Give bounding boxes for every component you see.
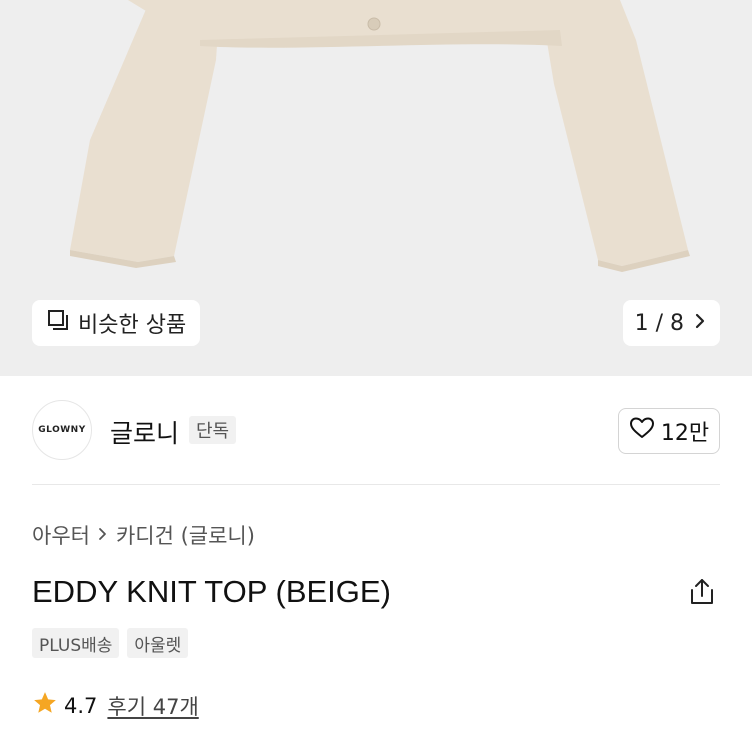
product-image-gallery[interactable]: 비슷한 상품 1 / 8: [0, 0, 752, 376]
similar-products-button[interactable]: 비슷한 상품: [32, 300, 201, 346]
breadcrumb: 아우터 카디건 (글로니): [32, 520, 255, 550]
similar-products-icon: [46, 308, 70, 338]
chevron-right-icon: [98, 523, 108, 547]
divider: [32, 484, 720, 485]
tag-plus-delivery: PLUS배송: [32, 628, 120, 658]
share-icon: [686, 579, 718, 612]
like-button[interactable]: 12만: [618, 408, 720, 454]
breadcrumb-item-cardigan[interactable]: 카디건 (글로니): [116, 520, 255, 550]
brand-name[interactable]: 글로니: [110, 414, 179, 450]
chevron-right-icon: [694, 311, 706, 336]
rating-row: 4.7 후기 47개: [32, 690, 199, 721]
like-count: 12만: [660, 421, 710, 446]
product-title: EDDY KNIT TOP (BEIGE): [32, 574, 391, 609]
breadcrumb-item-outer[interactable]: 아우터: [32, 520, 90, 550]
reviews-link[interactable]: 후기 47개: [107, 691, 198, 721]
brand-row: GLOWNY 글로니 단독 12만: [0, 376, 752, 484]
heart-icon: [629, 416, 655, 446]
page-indicator: 1 / 8: [634, 310, 684, 336]
exclusive-badge: 단독: [189, 416, 237, 444]
star-icon: [32, 690, 58, 721]
brand-logo[interactable]: GLOWNY: [32, 400, 92, 460]
rating-value: 4.7: [64, 693, 98, 718]
image-pager-button[interactable]: 1 / 8: [622, 300, 720, 346]
share-button[interactable]: [686, 576, 718, 608]
product-tags: PLUS배송 아울렛: [32, 628, 189, 658]
tag-outlet: 아울렛: [127, 628, 189, 658]
similar-products-label: 비슷한 상품: [78, 313, 187, 338]
